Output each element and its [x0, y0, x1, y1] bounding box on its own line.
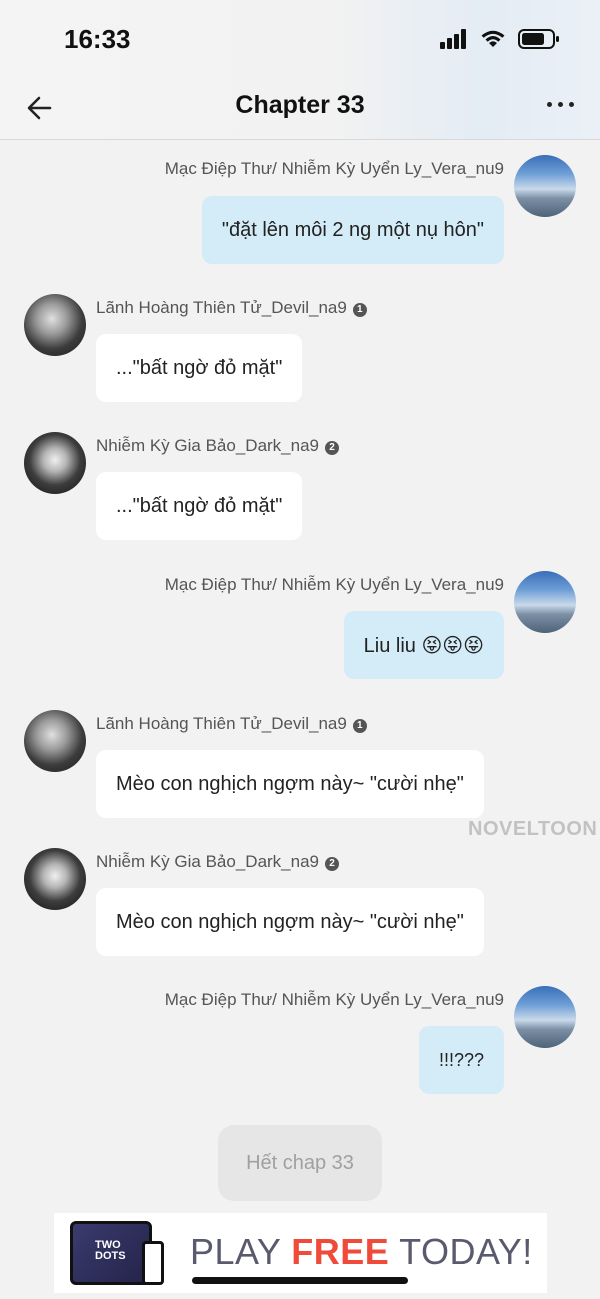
avatar[interactable] [24, 294, 86, 356]
sender-name: Nhiễm Kỳ Gia Bảo_Dark_na9 2 [96, 852, 340, 872]
message-bubble: Liu liu 😝😝😝 [343, 611, 504, 679]
message-bubble: ..."bất ngờ đỏ mặt" [96, 334, 303, 402]
status-icons [440, 28, 560, 50]
rank-badge: 1 [352, 719, 367, 733]
message-bubble: Mèo con nghịch ngợm này~ "cười nhẹ" [96, 750, 484, 818]
ad-text: PLAY FREE TODAY! [190, 1231, 533, 1272]
ad-thumb-label: TWO DOTS [95, 1239, 126, 1262]
page-title: Chapter 33 [235, 91, 365, 119]
sender-name: Lãnh Hoàng Thiên Tử_Devil_na9 1 [96, 714, 367, 734]
rank-badge: 2 [325, 857, 340, 871]
avatar[interactable] [514, 986, 576, 1048]
message-bubble: !!!??? [418, 1026, 504, 1094]
message-bubble: "đặt lên môi 2 ng một nụ hôn" [201, 196, 504, 264]
sender-name: Mạc Điệp Thư/ Nhiễm Kỳ Uyển Ly_Vera_nu9 [164, 159, 504, 178]
rank-badge: 1 [352, 303, 367, 317]
more-options-icon[interactable] [547, 102, 574, 107]
status-bar: 16:33 [0, 0, 600, 78]
ad-game-thumbnail: TWO DOTS [70, 1221, 152, 1285]
sender-name: Nhiễm Kỳ Gia Bảo_Dark_na9 2 [96, 436, 340, 456]
rank-badge: 2 [325, 441, 340, 455]
status-time: 16:33 [64, 24, 131, 54]
avatar[interactable] [514, 155, 576, 217]
avatar[interactable] [24, 848, 86, 910]
wifi-icon [481, 30, 505, 47]
sender-name: Mạc Điệp Thư/ Nhiễm Kỳ Uyển Ly_Vera_nu9 [164, 990, 504, 1009]
home-indicator[interactable] [192, 1277, 408, 1284]
message-bubble: Mèo con nghịch ngợm này~ "cười nhẹ" [96, 888, 484, 956]
app-header: Chapter 33 [0, 78, 600, 140]
phone-icon [142, 1241, 164, 1285]
sender-name: Mạc Điệp Thư/ Nhiễm Kỳ Uyển Ly_Vera_nu9 [164, 575, 504, 594]
sender-name: Lãnh Hoàng Thiên Tử_Devil_na9 1 [96, 298, 367, 318]
signal-icon [440, 29, 466, 49]
avatar[interactable] [24, 432, 86, 494]
chapter-end-button[interactable]: Hết chap 33 [218, 1125, 382, 1201]
noveltoon-watermark: NOVELTOON [468, 818, 598, 840]
battery-icon [518, 29, 559, 49]
avatar[interactable] [514, 571, 576, 633]
avatar[interactable] [24, 710, 86, 772]
message-bubble: ..."bất ngờ đỏ mặt" [96, 472, 303, 540]
